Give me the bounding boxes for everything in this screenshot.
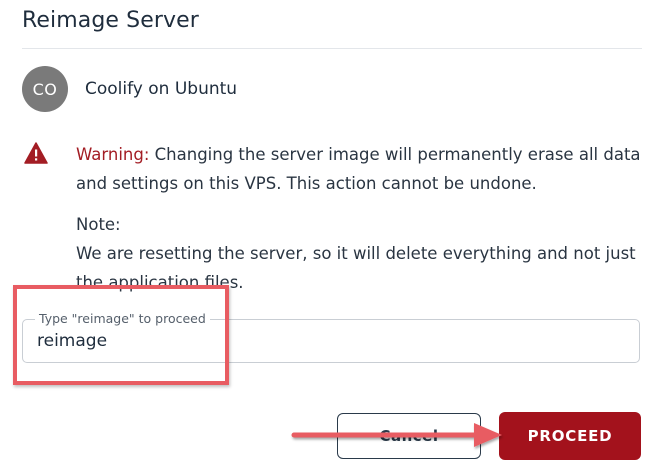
dialog-title: Reimage Server	[22, 8, 199, 33]
confirm-input[interactable]	[37, 327, 627, 355]
note-text: We are resetting the server, so it will …	[76, 244, 636, 292]
server-avatar: CO	[22, 66, 68, 112]
cancel-button[interactable]: Cancel	[337, 413, 481, 459]
confirm-field-label: Type "reimage" to proceed	[35, 311, 210, 326]
warning-message: Warning: Changing the server image will …	[76, 140, 651, 198]
warning-label: Warning:	[76, 145, 150, 164]
note-heading: Note:	[76, 215, 121, 234]
warning-body: Changing the server image will permanent…	[76, 145, 641, 193]
server-row: CO Coolify on Ubuntu	[22, 66, 237, 112]
warning-triangle-icon	[24, 142, 48, 164]
server-name: Coolify on Ubuntu	[85, 79, 238, 99]
reimage-server-dialog: Reimage Server CO Coolify on Ubuntu Warn…	[0, 0, 667, 472]
proceed-button[interactable]: PROCEED	[499, 412, 641, 460]
title-divider	[22, 48, 642, 49]
note-block: Note: We are resetting the server, so it…	[76, 210, 651, 297]
confirm-field: Type "reimage" to proceed	[22, 311, 640, 363]
